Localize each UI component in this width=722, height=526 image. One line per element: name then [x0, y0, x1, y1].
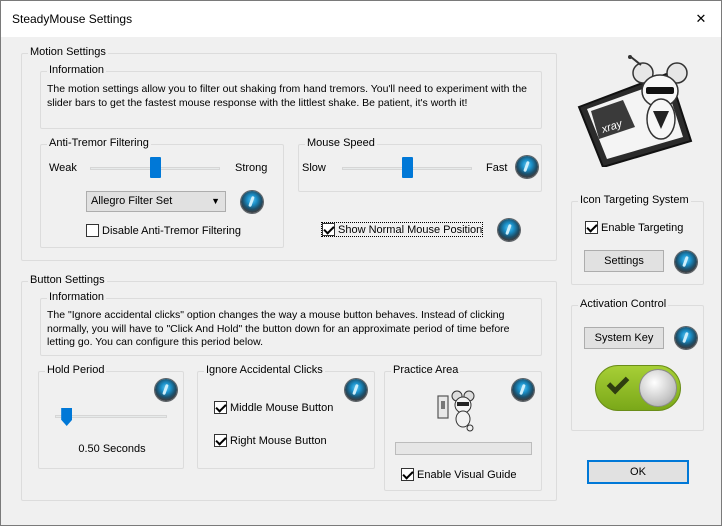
checkbox-box[interactable]	[214, 401, 227, 414]
weak-label: Weak	[49, 162, 77, 174]
activation-toggle[interactable]	[595, 365, 681, 411]
hold-period-slider-thumb[interactable]	[61, 408, 73, 426]
steadymouse-logo: xray	[577, 55, 693, 167]
close-button[interactable]: ✕	[691, 9, 711, 29]
filter-set-select[interactable]: Allegro Filter Set ▼	[86, 191, 226, 212]
practice-progress-bar	[395, 442, 532, 455]
anti-tremor-group: Anti-Tremor Filtering Weak Strong Allegr…	[40, 137, 284, 248]
title-bar: SteadyMouse Settings ✕	[1, 1, 721, 37]
button-settings-group: Button Settings Information The "Ignore …	[21, 274, 557, 501]
motion-information-text: The motion settings allow you to filter …	[47, 83, 528, 109]
visual-guide-checkbox[interactable]: Enable Visual Guide	[401, 468, 516, 481]
ignore-clicks-group: Ignore Accidental Clicks Middle Mouse Bu…	[197, 364, 375, 469]
toggle-knob[interactable]	[639, 369, 677, 407]
help-orb-icon[interactable]	[155, 379, 177, 401]
icon-targeting-label: Icon Targeting System	[578, 194, 691, 206]
ignore-clicks-label: Ignore Accidental Clicks	[204, 364, 325, 376]
right-button-checkbox[interactable]: Right Mouse Button	[214, 434, 327, 447]
show-normal-position-label: Show Normal Mouse Position	[338, 223, 483, 236]
enable-targeting-checkbox[interactable]: Enable Targeting	[585, 221, 683, 234]
motion-settings-label: Motion Settings	[28, 46, 108, 58]
enable-targeting-label: Enable Targeting	[601, 221, 684, 234]
mouse-mascot-icon[interactable]	[437, 388, 479, 432]
button-information-text: The "Ignore accidental clicks" option ch…	[47, 309, 510, 348]
help-orb-icon[interactable]	[345, 379, 367, 401]
ok-button[interactable]: OK	[587, 460, 689, 484]
right-button-label: Right Mouse Button	[230, 434, 327, 447]
chevron-down-icon: ▼	[211, 196, 220, 206]
disable-anti-tremor-label: Disable Anti-Tremor Filtering	[102, 224, 241, 237]
slow-label: Slow	[302, 162, 326, 174]
motion-settings-group: Motion Settings Information The motion s…	[21, 46, 557, 261]
checkbox-box[interactable]	[585, 221, 598, 234]
mouse-speed-slider-thumb[interactable]	[402, 157, 413, 178]
activation-control-label: Activation Control	[578, 298, 669, 310]
button-information-group: Information The "Ignore accidental click…	[40, 291, 542, 356]
checkbox-box[interactable]	[401, 468, 414, 481]
help-orb-icon[interactable]	[675, 327, 697, 349]
icon-targeting-group: Icon Targeting System Enable Targeting S…	[571, 194, 704, 285]
fast-label: Fast	[486, 162, 508, 174]
checkmark-icon	[606, 371, 630, 395]
show-normal-position-checkbox[interactable]: Show Normal Mouse Position	[320, 222, 484, 237]
button-information-label: Information	[47, 291, 107, 303]
middle-button-label: Middle Mouse Button	[230, 401, 334, 414]
help-orb-icon[interactable]	[498, 219, 520, 241]
motion-information-group: Information The motion settings allow yo…	[40, 64, 542, 129]
targeting-settings-button[interactable]: Settings	[584, 250, 664, 272]
window-title: SteadyMouse Settings	[12, 12, 133, 26]
activation-control-group: Activation Control System Key	[571, 298, 704, 431]
mouse-speed-group: Mouse Speed Slow Fast	[298, 137, 542, 192]
hold-period-value: 0.50 Seconds	[78, 443, 146, 455]
anti-tremor-label: Anti-Tremor Filtering	[47, 137, 151, 149]
help-orb-icon[interactable]	[241, 191, 263, 213]
help-orb-icon[interactable]	[512, 379, 534, 401]
practice-area-label: Practice Area	[391, 364, 461, 376]
mouse-speed-label: Mouse Speed	[305, 137, 377, 149]
system-key-button[interactable]: System Key	[584, 327, 664, 349]
help-orb-icon[interactable]	[675, 251, 697, 273]
checkbox-box[interactable]	[214, 434, 227, 447]
practice-area-group: Practice Area Enable Visual Guide	[384, 364, 542, 491]
checkbox-box[interactable]	[86, 224, 99, 237]
disable-anti-tremor-checkbox[interactable]: Disable Anti-Tremor Filtering	[86, 224, 241, 237]
anti-tremor-slider-thumb[interactable]	[150, 157, 161, 178]
settings-window: SteadyMouse Settings ✕ Motion Settings I…	[0, 0, 722, 526]
middle-button-checkbox[interactable]: Middle Mouse Button	[214, 401, 333, 414]
checkbox-box[interactable]	[322, 223, 335, 236]
button-settings-label: Button Settings	[28, 274, 107, 286]
hold-period-label: Hold Period	[45, 364, 107, 376]
hold-period-group: Hold Period 0.50 Seconds	[38, 364, 184, 469]
visual-guide-label: Enable Visual Guide	[417, 468, 517, 481]
strong-label: Strong	[235, 162, 268, 174]
help-orb-icon[interactable]	[516, 156, 538, 178]
filter-set-value: Allegro Filter Set	[91, 195, 173, 207]
motion-information-label: Information	[47, 64, 107, 76]
